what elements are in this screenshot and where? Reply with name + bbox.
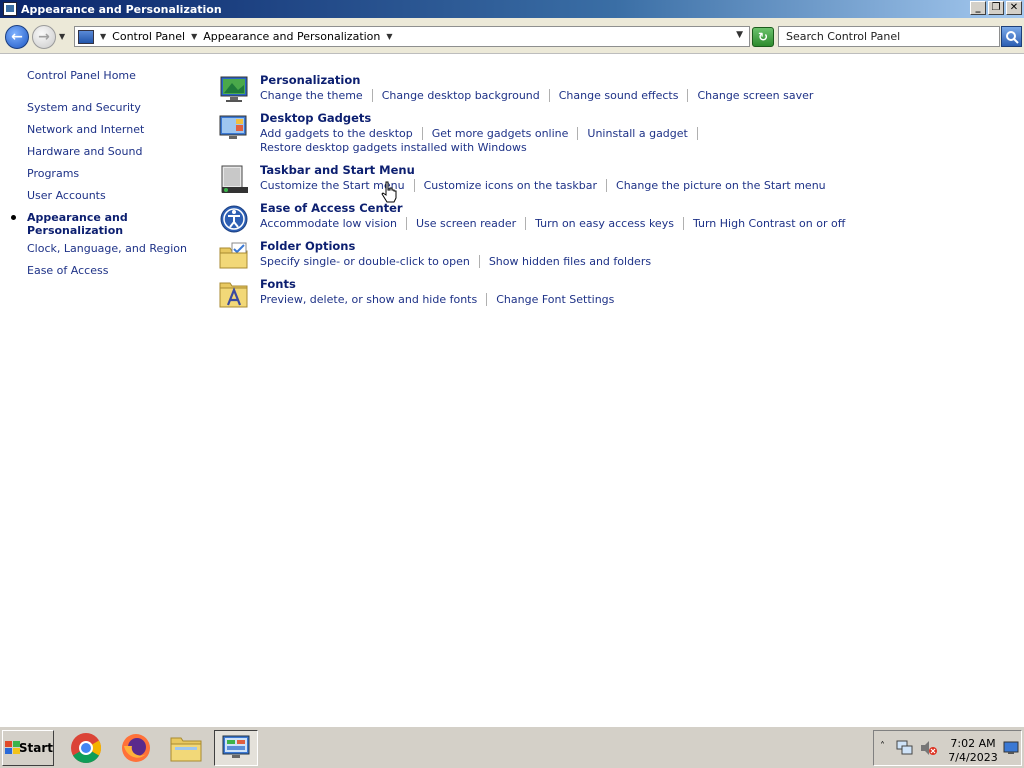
link-change-theme[interactable]: Change the theme [260,89,363,102]
network-icon[interactable] [896,740,914,756]
fonts-heading[interactable]: Fonts [260,277,296,291]
control-panel-icon [78,29,94,44]
link-use-screen-reader[interactable]: Use screen reader [416,217,516,230]
windows-logo-icon [5,741,20,755]
ease-of-access-center-heading[interactable]: Ease of Access Center [260,201,403,215]
start-label: Start [18,741,53,755]
start-button[interactable]: Start [2,730,54,766]
gadgets-icon [219,115,247,139]
taskbar: Start ˄ 7:02 AM 7/4/2023 [0,726,1024,768]
fonts-icon [219,282,248,308]
firefox-icon [122,734,150,762]
breadcrumb-appearance[interactable]: Appearance and Personalization [203,30,380,43]
sidebar-item-ease-of-access[interactable]: Ease of Access [27,264,108,277]
taskbar-firefox[interactable] [114,730,158,766]
clock[interactable]: 7:02 AM 7/4/2023 [946,737,1000,765]
link-divider [682,217,684,230]
link-divider [478,255,480,268]
link-change-start-menu-picture[interactable]: Change the picture on the Start menu [616,179,826,192]
show-hidden-icons-chevron-icon[interactable]: ˄ [880,741,885,752]
clock-time: 7:02 AM [950,737,996,750]
link-get-more-gadgets[interactable]: Get more gadgets online [432,127,569,140]
link-high-contrast[interactable]: Turn High Contrast on or off [693,217,845,230]
link-divider [696,127,698,140]
link-change-screen-saver[interactable]: Change screen saver [697,89,813,102]
recent-pages-chevron-icon[interactable]: ▼ [59,32,65,41]
active-item-bullet-icon [11,215,16,220]
personalization-icon [220,76,248,102]
sidebar-item-control-panel-home[interactable]: Control Panel Home [27,69,136,82]
link-change-desktop-background[interactable]: Change desktop background [382,89,540,102]
link-change-font-settings[interactable]: Change Font Settings [496,293,614,306]
search-icon [1006,31,1019,44]
link-divider [577,127,579,140]
explorer-icon [170,737,202,762]
back-button[interactable]: ← [5,25,29,49]
link-divider [405,217,407,230]
breadcrumb-control-panel[interactable]: Control Panel [112,30,185,43]
folder-options-heading[interactable]: Folder Options [260,239,355,253]
sidebar-item-appearance-and-personalization[interactable]: Appearance and Personalization [27,211,128,237]
control-panel-window-icon [3,2,17,16]
search-input[interactable]: Search Control Panel [778,26,1000,47]
chrome-icon [71,733,102,764]
volume-muted-icon[interactable] [920,740,938,756]
title-bar: Appearance and Personalization _ ❐ ✕ [0,0,1024,18]
forward-button[interactable]: → [32,25,56,49]
link-show-hidden-files[interactable]: Show hidden files and folders [489,255,651,268]
address-dropdown-icon[interactable]: ▼ [736,30,743,40]
chevron-down-icon[interactable]: ▼ [191,32,197,41]
taskbar-icon [221,165,248,193]
navigation-bar: ← → ▼ ▼ Control Panel ▼ Appearance and P… [0,18,1024,54]
link-restore-gadgets[interactable]: Restore desktop gadgets installed with W… [260,141,527,154]
link-single-double-click[interactable]: Specify single- or double-click to open [260,255,470,268]
sidebar-item-network-and-internet[interactable]: Network and Internet [27,123,144,136]
link-divider [486,293,488,306]
link-add-gadgets[interactable]: Add gadgets to the desktop [260,127,413,140]
taskbar-control-panel[interactable] [214,730,258,766]
folder-icon [219,242,248,269]
link-divider [413,179,415,192]
sidebar-item-user-accounts[interactable]: User Accounts [27,189,106,202]
link-divider [421,127,423,140]
link-divider [525,217,527,230]
chevron-down-icon[interactable]: ▼ [100,32,106,41]
link-divider [687,89,689,102]
window-title: Appearance and Personalization [21,2,222,16]
hand-cursor-icon [381,181,397,203]
chevron-down-icon[interactable]: ▼ [386,32,392,41]
clock-date: 7/4/2023 [948,751,998,764]
link-change-sound-effects[interactable]: Change sound effects [559,89,679,102]
sidebar-item-system-and-security[interactable]: System and Security [27,101,141,114]
link-uninstall-gadget[interactable]: Uninstall a gadget [587,127,687,140]
link-easy-access-keys[interactable]: Turn on easy access keys [535,217,674,230]
sidebar-item-clock-language-region[interactable]: Clock, Language, and Region [27,242,187,255]
link-customize-taskbar-icons[interactable]: Customize icons on the taskbar [424,179,597,192]
minimize-button[interactable]: _ [970,1,986,15]
link-preview-fonts[interactable]: Preview, delete, or show and hide fonts [260,293,477,306]
sidebar-item-programs[interactable]: Programs [27,167,79,180]
search-button[interactable] [1001,26,1022,47]
system-tray: ˄ 7:02 AM 7/4/2023 [873,730,1022,766]
link-divider [548,89,550,102]
taskbar-chrome[interactable] [64,730,108,766]
taskbar-start-menu-heading[interactable]: Taskbar and Start Menu [260,163,415,177]
desktop-gadgets-heading[interactable]: Desktop Gadgets [260,111,371,125]
link-divider [606,179,608,192]
control-panel-icon [222,735,250,758]
restore-button[interactable]: ❐ [988,1,1004,15]
address-bar[interactable]: ▼ Control Panel ▼ Appearance and Persona… [74,26,750,47]
taskbar-explorer[interactable] [164,730,208,766]
close-button[interactable]: ✕ [1006,1,1022,15]
personalization-heading[interactable]: Personalization [260,73,360,87]
show-desktop-icon[interactable] [1003,741,1019,755]
link-accommodate-low-vision[interactable]: Accommodate low vision [260,217,397,230]
refresh-button[interactable]: ↻ [752,27,774,47]
ease-of-access-icon [220,205,248,233]
sidebar-item-hardware-and-sound[interactable]: Hardware and Sound [27,145,142,158]
link-divider [371,89,373,102]
